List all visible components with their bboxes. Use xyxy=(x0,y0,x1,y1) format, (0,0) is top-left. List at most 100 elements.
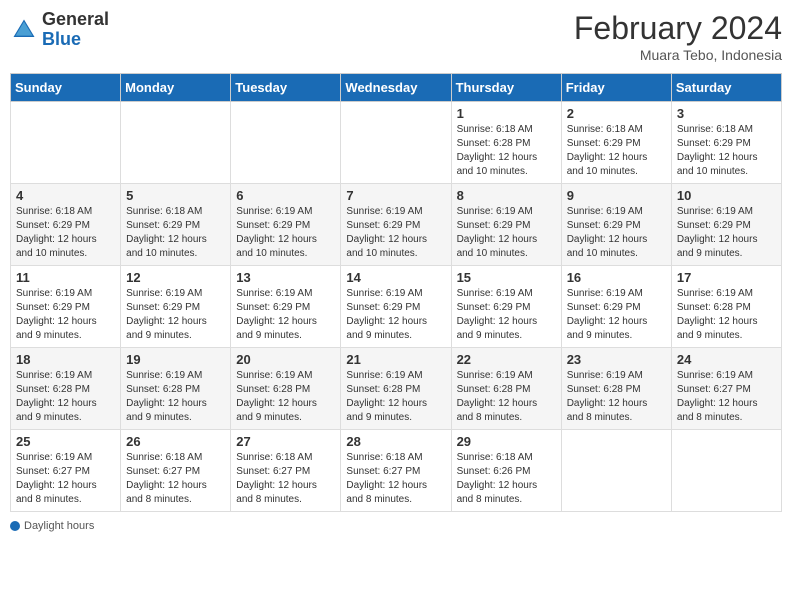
day-info: Sunrise: 6:19 AM Sunset: 6:29 PM Dayligh… xyxy=(346,205,445,261)
calendar-header: SundayMondayTuesdayWednesdayThursdayFrid… xyxy=(11,74,782,102)
day-of-week-header: Saturday xyxy=(671,74,781,102)
calendar-cell: 23Sunrise: 6:19 AM Sunset: 6:28 PM Dayli… xyxy=(561,348,671,430)
calendar-cell: 14Sunrise: 6:19 AM Sunset: 6:29 PM Dayli… xyxy=(341,266,451,348)
days-of-week-row: SundayMondayTuesdayWednesdayThursdayFrid… xyxy=(11,74,782,102)
day-info: Sunrise: 6:18 AM Sunset: 6:27 PM Dayligh… xyxy=(126,451,225,507)
day-info: Sunrise: 6:19 AM Sunset: 6:29 PM Dayligh… xyxy=(567,287,666,343)
daylight-label: Daylight hours xyxy=(24,520,94,532)
day-info: Sunrise: 6:19 AM Sunset: 6:29 PM Dayligh… xyxy=(567,205,666,261)
header: General Blue February 2024 Muara Tebo, I… xyxy=(10,10,782,63)
calendar-cell: 12Sunrise: 6:19 AM Sunset: 6:29 PM Dayli… xyxy=(121,266,231,348)
day-info: Sunrise: 6:19 AM Sunset: 6:29 PM Dayligh… xyxy=(236,205,335,261)
day-info: Sunrise: 6:19 AM Sunset: 6:28 PM Dayligh… xyxy=(236,369,335,425)
calendar-week-row: 1Sunrise: 6:18 AM Sunset: 6:28 PM Daylig… xyxy=(11,102,782,184)
day-info: Sunrise: 6:19 AM Sunset: 6:29 PM Dayligh… xyxy=(236,287,335,343)
calendar-cell: 21 Sunrise: 6:19 AM Sunset: 6:28 PM Dayli… xyxy=(341,348,451,430)
day-number: 25 xyxy=(16,434,115,449)
title-area: February 2024 Muara Tebo, Indonesia xyxy=(574,10,782,63)
calendar-cell xyxy=(11,102,121,184)
calendar-cell: 24 Sunrise: 6:19 AM Sunset: 6:27 PM Dayli… xyxy=(671,348,781,430)
day-of-week-header: Friday xyxy=(561,74,671,102)
day-number: 26 xyxy=(126,434,225,449)
day-info: Sunrise: 6:19 AM Sunset: 6:29 PM Dayligh… xyxy=(126,287,225,343)
calendar-cell: 26 Sunrise: 6:18 AM Sunset: 6:27 PM Dayli… xyxy=(121,430,231,512)
day-number: 16 xyxy=(567,270,666,285)
generalblue-logo-icon xyxy=(10,16,38,44)
day-number: 6 xyxy=(236,188,335,203)
day-number: 21 xyxy=(346,352,445,367)
day-info: Sunrise: 6:19 AM Sunset: 6:29 PM Dayligh… xyxy=(457,287,556,343)
calendar-cell: 10 Sunrise: 6:19 AM Sunset: 6:29 PM Dayli… xyxy=(671,184,781,266)
day-number: 13 xyxy=(236,270,335,285)
day-info: Sunrise: 6:19 AM Sunset: 6:29 PM Dayligh… xyxy=(677,205,776,261)
calendar-week-row: 11 Sunrise: 6:19 AM Sunset: 6:29 PM Dayli… xyxy=(11,266,782,348)
day-info: Sunrise: 6:18 AM Sunset: 6:27 PM Dayligh… xyxy=(346,451,445,507)
calendar-cell xyxy=(341,102,451,184)
calendar-cell: 22Sunrise: 6:19 AM Sunset: 6:28 PM Dayli… xyxy=(451,348,561,430)
calendar-cell: 3 Sunrise: 6:18 AM Sunset: 6:29 PM Daylig… xyxy=(671,102,781,184)
calendar-cell: 19 Sunrise: 6:19 AM Sunset: 6:28 PM Dayli… xyxy=(121,348,231,430)
day-info: Sunrise: 6:18 AM Sunset: 6:26 PM Dayligh… xyxy=(457,451,556,507)
calendar-cell: 18 Sunrise: 6:19 AM Sunset: 6:28 PM Dayli… xyxy=(11,348,121,430)
day-number: 3 xyxy=(677,106,776,121)
day-info: Sunrise: 6:18 AM Sunset: 6:29 PM Dayligh… xyxy=(567,123,666,179)
day-info: Sunrise: 6:19 AM Sunset: 6:29 PM Dayligh… xyxy=(346,287,445,343)
calendar-cell: 11 Sunrise: 6:19 AM Sunset: 6:29 PM Dayli… xyxy=(11,266,121,348)
logo-general: General xyxy=(42,9,109,29)
calendar-cell: 16 Sunrise: 6:19 AM Sunset: 6:29 PM Dayli… xyxy=(561,266,671,348)
day-info: Sunrise: 6:19 AM Sunset: 6:27 PM Dayligh… xyxy=(677,369,776,425)
calendar-week-row: 25 Sunrise: 6:19 AM Sunset: 6:27 PM Dayli… xyxy=(11,430,782,512)
calendar-cell: 7 Sunrise: 6:19 AM Sunset: 6:29 PM Daylig… xyxy=(341,184,451,266)
logo-blue: Blue xyxy=(42,29,81,49)
day-number: 10 xyxy=(677,188,776,203)
daylight-dot xyxy=(10,521,20,531)
day-number: 24 xyxy=(677,352,776,367)
calendar-cell: 2 Sunrise: 6:18 AM Sunset: 6:29 PM Daylig… xyxy=(561,102,671,184)
calendar-cell: 6 Sunrise: 6:19 AM Sunset: 6:29 PM Daylig… xyxy=(231,184,341,266)
day-info: Sunrise: 6:19 AM Sunset: 6:29 PM Dayligh… xyxy=(16,287,115,343)
logo-text: General Blue xyxy=(42,10,109,50)
footer: Daylight hours xyxy=(10,520,782,532)
day-info: Sunrise: 6:19 AM Sunset: 6:27 PM Dayligh… xyxy=(16,451,115,507)
calendar-table: SundayMondayTuesdayWednesdayThursdayFrid… xyxy=(10,73,782,512)
day-info: Sunrise: 6:19 AM Sunset: 6:28 PM Dayligh… xyxy=(16,369,115,425)
calendar-cell xyxy=(121,102,231,184)
day-of-week-header: Thursday xyxy=(451,74,561,102)
day-info: Sunrise: 6:19 AM Sunset: 6:28 PM Dayligh… xyxy=(346,369,445,425)
logo: General Blue xyxy=(10,10,109,50)
month-year-title: February 2024 xyxy=(574,10,782,47)
day-number: 19 xyxy=(126,352,225,367)
day-number: 11 xyxy=(16,270,115,285)
calendar-cell xyxy=(231,102,341,184)
calendar-cell: 29 Sunrise: 6:18 AM Sunset: 6:26 PM Dayli… xyxy=(451,430,561,512)
day-number: 20 xyxy=(236,352,335,367)
location-subtitle: Muara Tebo, Indonesia xyxy=(574,47,782,63)
day-number: 29 xyxy=(457,434,556,449)
calendar-cell: 5 Sunrise: 6:18 AM Sunset: 6:29 PM Daylig… xyxy=(121,184,231,266)
day-number: 15 xyxy=(457,270,556,285)
calendar-cell: 28 Sunrise: 6:18 AM Sunset: 6:27 PM Dayli… xyxy=(341,430,451,512)
day-number: 5 xyxy=(126,188,225,203)
day-number: 7 xyxy=(346,188,445,203)
day-info: Sunrise: 6:18 AM Sunset: 6:27 PM Dayligh… xyxy=(236,451,335,507)
day-info: Sunrise: 6:18 AM Sunset: 6:28 PM Dayligh… xyxy=(457,123,556,179)
day-number: 17 xyxy=(677,270,776,285)
calendar-cell: 1Sunrise: 6:18 AM Sunset: 6:28 PM Daylig… xyxy=(451,102,561,184)
calendar-cell: 15 Sunrise: 6:19 AM Sunset: 6:29 PM Dayli… xyxy=(451,266,561,348)
calendar-cell: 13 Sunrise: 6:19 AM Sunset: 6:29 PM Dayli… xyxy=(231,266,341,348)
day-info: Sunrise: 6:18 AM Sunset: 6:29 PM Dayligh… xyxy=(126,205,225,261)
calendar-body: 1Sunrise: 6:18 AM Sunset: 6:28 PM Daylig… xyxy=(11,102,782,512)
calendar-cell: 4Sunrise: 6:18 AM Sunset: 6:29 PM Daylig… xyxy=(11,184,121,266)
day-number: 2 xyxy=(567,106,666,121)
calendar-cell xyxy=(671,430,781,512)
day-info: Sunrise: 6:18 AM Sunset: 6:29 PM Dayligh… xyxy=(677,123,776,179)
day-number: 18 xyxy=(16,352,115,367)
day-number: 28 xyxy=(346,434,445,449)
day-number: 4 xyxy=(16,188,115,203)
day-of-week-header: Wednesday xyxy=(341,74,451,102)
day-of-week-header: Monday xyxy=(121,74,231,102)
day-info: Sunrise: 6:19 AM Sunset: 6:28 PM Dayligh… xyxy=(126,369,225,425)
calendar-cell: 17Sunrise: 6:19 AM Sunset: 6:28 PM Dayli… xyxy=(671,266,781,348)
calendar-cell xyxy=(561,430,671,512)
day-of-week-header: Sunday xyxy=(11,74,121,102)
